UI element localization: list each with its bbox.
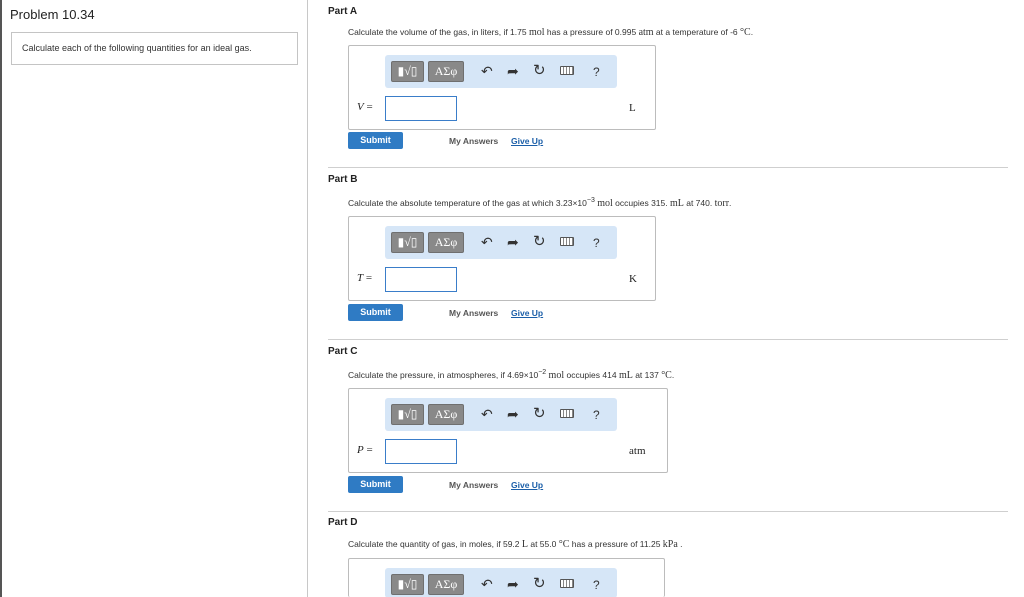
keyboard-icon[interactable] bbox=[560, 409, 574, 418]
part-b-give-up-link[interactable]: Give Up bbox=[511, 308, 543, 318]
problem-intro: Calculate each of the following quantiti… bbox=[11, 32, 298, 65]
part-b-answer-input[interactable] bbox=[385, 267, 457, 292]
undo-icon[interactable]: ↶ bbox=[481, 406, 493, 422]
greek-symbols-button[interactable]: ΑΣφ bbox=[428, 404, 464, 425]
part-a-answer-box: ▮√▯ ΑΣφ ↶ ➦ ↻ ? V = L bbox=[348, 45, 656, 130]
part-a-toolbar: ▮√▯ ΑΣφ ↶ ➦ ↻ ? bbox=[385, 55, 617, 88]
part-c-variable: P = bbox=[357, 444, 373, 456]
part-a-question: Calculate the volume of the gas, in lite… bbox=[348, 27, 754, 38]
part-b-question: Calculate the absolute temperature of th… bbox=[348, 197, 732, 209]
part-a-give-up-link[interactable]: Give Up bbox=[511, 136, 543, 146]
keyboard-icon[interactable] bbox=[560, 66, 574, 75]
reset-icon[interactable]: ↻ bbox=[533, 234, 546, 250]
reset-icon[interactable]: ↻ bbox=[533, 406, 546, 422]
part-c-answer-box: ▮√▯ ΑΣφ ↶ ➦ ↻ ? P = atm bbox=[348, 388, 668, 473]
reset-icon[interactable]: ↻ bbox=[533, 576, 546, 592]
part-d-question: Calculate the quantity of gas, in moles,… bbox=[348, 539, 683, 550]
redo-icon[interactable]: ➦ bbox=[507, 63, 519, 79]
redo-icon[interactable]: ➦ bbox=[507, 576, 519, 592]
part-a-unit: L bbox=[629, 102, 636, 114]
templates-button[interactable]: ▮√▯ bbox=[391, 574, 424, 595]
redo-icon[interactable]: ➦ bbox=[507, 406, 519, 422]
part-c-question: Calculate the pressure, in atmospheres, … bbox=[348, 369, 675, 381]
part-b-toolbar: ▮√▯ ΑΣφ ↶ ➦ ↻ ? bbox=[385, 226, 617, 259]
part-c-header: Part C bbox=[328, 346, 358, 357]
undo-icon[interactable]: ↶ bbox=[481, 234, 493, 250]
problem-title: Problem 10.34 bbox=[10, 7, 95, 22]
keyboard-icon[interactable] bbox=[560, 579, 574, 588]
part-d-header: Part D bbox=[328, 517, 358, 528]
undo-icon[interactable]: ↶ bbox=[481, 63, 493, 79]
problem-panel: Problem 10.34 Calculate each of the foll… bbox=[0, 0, 308, 597]
help-icon[interactable]: ? bbox=[593, 235, 600, 251]
part-a-header: Part A bbox=[328, 6, 358, 17]
part-a-submit-button[interactable]: Submit bbox=[348, 132, 403, 149]
help-icon[interactable]: ? bbox=[593, 64, 600, 80]
part-b-answer-box: ▮√▯ ΑΣφ ↶ ➦ ↻ ? T = K bbox=[348, 216, 656, 301]
keyboard-icon[interactable] bbox=[560, 237, 574, 246]
part-b-unit: K bbox=[629, 273, 637, 285]
part-c-give-up-link[interactable]: Give Up bbox=[511, 480, 543, 490]
help-icon[interactable]: ? bbox=[593, 407, 600, 423]
panel-edge bbox=[0, 0, 2, 597]
part-d-answer-box: ▮√▯ ΑΣφ ↶ ➦ ↻ ? bbox=[348, 558, 665, 597]
part-c-submit-button[interactable]: Submit bbox=[348, 476, 403, 493]
part-b-my-answers-link[interactable]: My Answers bbox=[449, 308, 498, 318]
part-b-variable: T = bbox=[357, 272, 373, 284]
undo-icon[interactable]: ↶ bbox=[481, 576, 493, 592]
divider bbox=[328, 511, 1008, 512]
part-b-header: Part B bbox=[328, 174, 358, 185]
templates-button[interactable]: ▮√▯ bbox=[391, 232, 424, 253]
part-c-answer-input[interactable] bbox=[385, 439, 457, 464]
part-a-variable: V = bbox=[357, 101, 373, 113]
part-c-unit: atm bbox=[629, 445, 646, 457]
templates-button[interactable]: ▮√▯ bbox=[391, 61, 424, 82]
greek-symbols-button[interactable]: ΑΣφ bbox=[428, 61, 464, 82]
part-d-toolbar: ▮√▯ ΑΣφ ↶ ➦ ↻ ? bbox=[385, 568, 617, 597]
part-c-toolbar: ▮√▯ ΑΣφ ↶ ➦ ↻ ? bbox=[385, 398, 617, 431]
redo-icon[interactable]: ➦ bbox=[507, 234, 519, 250]
reset-icon[interactable]: ↻ bbox=[533, 63, 546, 79]
part-a-my-answers-link[interactable]: My Answers bbox=[449, 136, 498, 146]
part-a-answer-input[interactable] bbox=[385, 96, 457, 121]
templates-button[interactable]: ▮√▯ bbox=[391, 404, 424, 425]
greek-symbols-button[interactable]: ΑΣφ bbox=[428, 574, 464, 595]
divider bbox=[328, 167, 1008, 168]
part-b-submit-button[interactable]: Submit bbox=[348, 304, 403, 321]
part-c-my-answers-link[interactable]: My Answers bbox=[449, 480, 498, 490]
greek-symbols-button[interactable]: ΑΣφ bbox=[428, 232, 464, 253]
divider bbox=[328, 339, 1008, 340]
help-icon[interactable]: ? bbox=[593, 577, 600, 593]
